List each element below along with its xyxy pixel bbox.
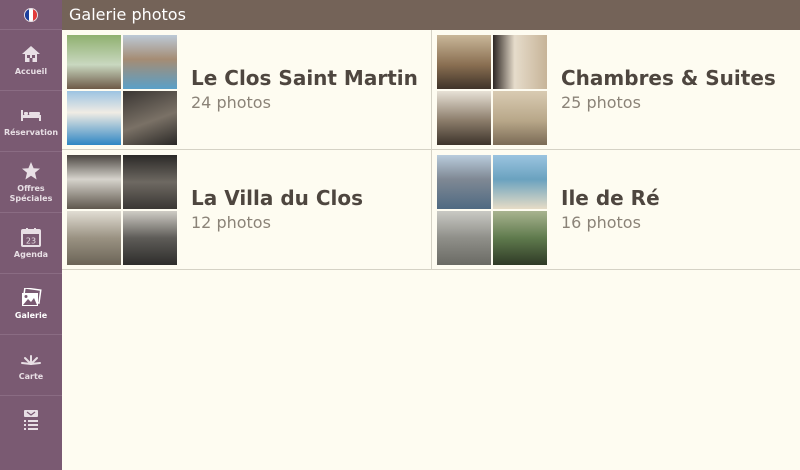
album-ile-de-re[interactable]: Ile de Ré 16 photos bbox=[431, 150, 800, 269]
thumbnail bbox=[437, 210, 491, 265]
thumbnail bbox=[67, 90, 121, 145]
page-title: Galerie photos bbox=[62, 0, 800, 30]
album-title: Ile de Ré bbox=[561, 185, 660, 210]
album-thumbnails bbox=[437, 34, 547, 145]
french-flag-icon[interactable] bbox=[24, 7, 38, 22]
album-photo-count: 25 photos bbox=[561, 92, 641, 112]
thumbnail bbox=[437, 90, 491, 145]
sidebar-item-accueil[interactable]: Accueil bbox=[0, 30, 62, 91]
list-icon bbox=[20, 410, 42, 430]
thumbnail bbox=[493, 154, 547, 209]
bed-icon bbox=[20, 105, 42, 125]
album-le-clos-saint-martin[interactable]: Le Clos Saint Martin 24 photos bbox=[62, 30, 431, 149]
sidebar-item-label: Agenda bbox=[13, 249, 49, 259]
sidebar-item-label: Réservation bbox=[3, 127, 59, 137]
thumbnail bbox=[123, 154, 177, 209]
album-title: La Villa du Clos bbox=[191, 185, 364, 210]
album-photo-count: 24 photos bbox=[191, 92, 271, 112]
album-photo-count: 16 photos bbox=[561, 212, 641, 232]
sidebar: Accueil Réservation Offres Spéciales 23 … bbox=[0, 0, 62, 470]
calendar-icon: 23 bbox=[20, 227, 42, 247]
thumbnail bbox=[437, 154, 491, 209]
sidebar-item-agenda[interactable]: 23 Agenda bbox=[0, 213, 62, 274]
thumbnail bbox=[67, 34, 121, 89]
sidebar-item-label: Carte bbox=[18, 371, 44, 381]
thumbnail bbox=[123, 90, 177, 145]
sidebar-item-carte[interactable]: Carte bbox=[0, 335, 62, 396]
map-icon bbox=[20, 349, 42, 369]
sidebar-item-label: Offres Spéciales bbox=[9, 183, 53, 203]
thumbnail bbox=[67, 154, 121, 209]
thumbnail bbox=[67, 210, 121, 265]
thumbnail bbox=[123, 210, 177, 265]
album-thumbnails bbox=[67, 34, 177, 145]
album-title: Chambres & Suites bbox=[561, 65, 776, 90]
sidebar-item-reservation[interactable]: Réservation bbox=[0, 91, 62, 152]
album-chambres-suites[interactable]: Chambres & Suites 25 photos bbox=[431, 30, 800, 149]
album-row: La Villa du Clos 12 photos Ile de Ré 16 … bbox=[62, 150, 800, 270]
sidebar-item-offres-speciales[interactable]: Offres Spéciales bbox=[0, 152, 62, 213]
calendar-date: 23 bbox=[26, 236, 36, 245]
thumbnail bbox=[493, 34, 547, 89]
sidebar-item-galerie[interactable]: Galerie bbox=[0, 274, 62, 335]
album-la-villa-du-clos[interactable]: La Villa du Clos 12 photos bbox=[62, 150, 431, 269]
album-thumbnails bbox=[437, 154, 547, 265]
thumbnail bbox=[123, 34, 177, 89]
album-grid: Le Clos Saint Martin 24 photos Chambres … bbox=[62, 30, 800, 270]
album-photo-count: 12 photos bbox=[191, 212, 271, 232]
sidebar-item-label: Galerie bbox=[14, 310, 48, 320]
thumbnail bbox=[437, 34, 491, 89]
gallery-icon bbox=[20, 287, 42, 308]
thumbnail bbox=[493, 210, 547, 265]
album-title: Le Clos Saint Martin bbox=[191, 65, 418, 90]
thumbnail bbox=[493, 90, 547, 145]
sidebar-item-label: Accueil bbox=[14, 66, 48, 76]
star-icon bbox=[20, 161, 42, 181]
album-row: Le Clos Saint Martin 24 photos Chambres … bbox=[62, 30, 800, 150]
home-icon bbox=[20, 44, 42, 64]
language-selector[interactable] bbox=[0, 0, 62, 30]
album-thumbnails bbox=[67, 154, 177, 265]
sidebar-item-more[interactable] bbox=[0, 396, 62, 442]
